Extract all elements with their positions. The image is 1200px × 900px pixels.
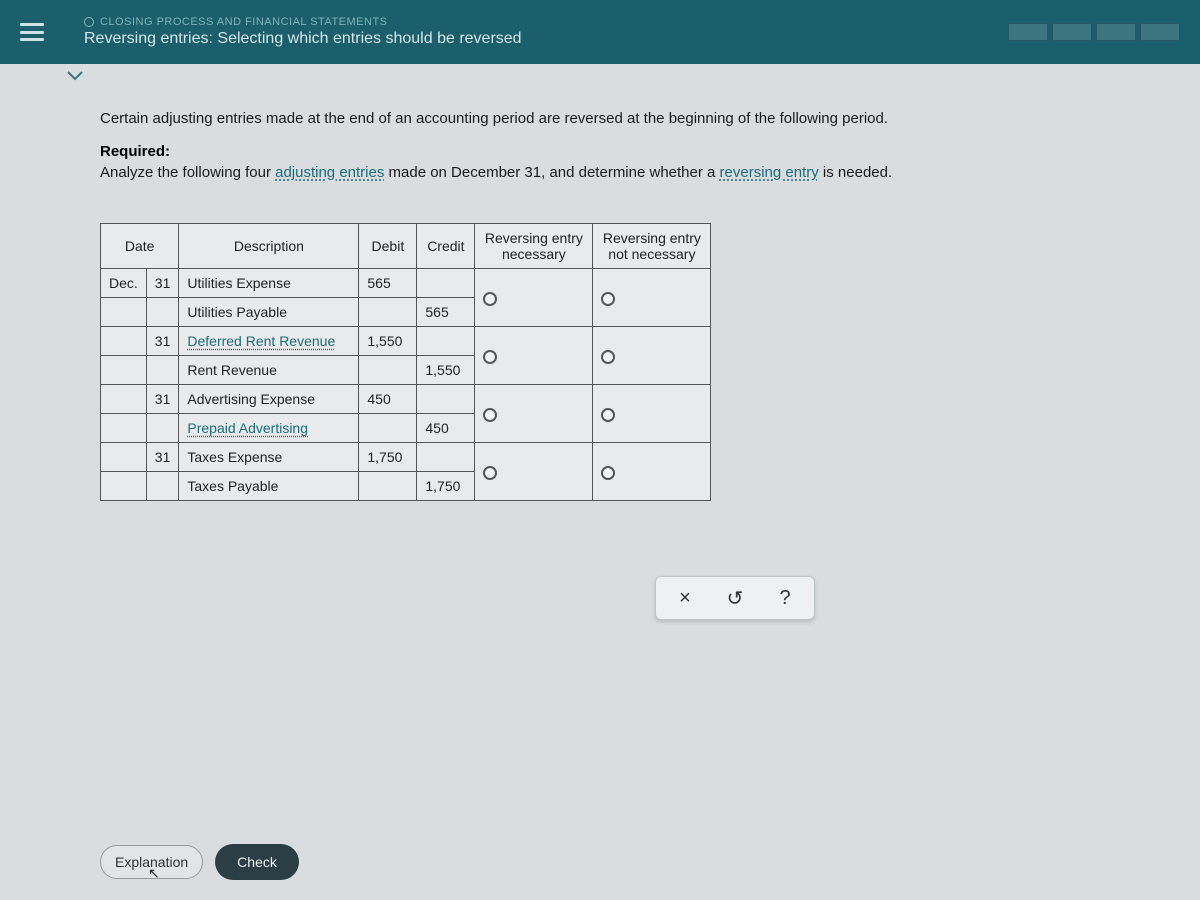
cell-day: 31 — [146, 443, 179, 472]
header-box-3[interactable] — [1096, 23, 1136, 41]
cell-debit: 1,750 — [359, 443, 417, 472]
th-description: Description — [179, 224, 359, 269]
header-controls — [1008, 23, 1180, 41]
header-box-1[interactable] — [1008, 23, 1048, 41]
cell-account: Utilities Expense — [179, 269, 359, 298]
th-credit: Credit — [417, 224, 475, 269]
explanation-button[interactable]: Explanation — [100, 845, 203, 879]
cell-day-empty — [146, 414, 179, 443]
th-debit: Debit — [359, 224, 417, 269]
clear-button[interactable]: × — [674, 587, 696, 609]
cell-month-empty — [101, 298, 147, 327]
term-reversing-entry[interactable]: reversing entry — [720, 164, 819, 181]
radio-not-necessary[interactable] — [601, 466, 615, 480]
term-adjusting-entries[interactable]: adjusting entries — [275, 164, 384, 181]
cell-day-empty — [146, 356, 179, 385]
cell-month — [101, 385, 147, 414]
journal-table: Date Description Debit Credit Reversing … — [100, 223, 711, 501]
radio-necessary[interactable] — [483, 292, 497, 306]
cell-rev-necessary — [475, 385, 593, 443]
req-part-c: is needed. — [819, 164, 892, 181]
cell-credit: 1,750 — [417, 472, 475, 501]
undo-button[interactable]: ↺ — [724, 587, 746, 609]
menu-icon[interactable] — [20, 23, 44, 41]
header-box-4[interactable] — [1140, 23, 1180, 41]
cell-day: 31 — [146, 269, 179, 298]
header-topic: CLOSING PROCESS AND FINANCIAL STATEMENTS — [84, 16, 522, 28]
cell-sub-account: Rent Revenue — [179, 356, 359, 385]
check-button[interactable]: Check — [215, 844, 299, 880]
table-row: 31Taxes Expense1,750 — [101, 443, 711, 472]
cell-debit-empty — [359, 356, 417, 385]
radio-not-necessary[interactable] — [601, 292, 615, 306]
cell-credit-empty — [417, 327, 475, 356]
radio-not-necessary[interactable] — [601, 408, 615, 422]
th-date: Date — [101, 224, 179, 269]
cell-credit: 565 — [417, 298, 475, 327]
cell-month-empty — [101, 472, 147, 501]
cell-sub-account: Taxes Payable — [179, 472, 359, 501]
cell-debit: 1,550 — [359, 327, 417, 356]
cell-rev-not-necessary — [593, 385, 711, 443]
cell-month — [101, 327, 147, 356]
cell-day: 31 — [146, 385, 179, 414]
cell-credit-empty — [417, 385, 475, 414]
req-part-b: made on December 31, and determine wheth… — [384, 164, 719, 181]
table-row: 31Advertising Expense450 — [101, 385, 711, 414]
table-row: Dec.31Utilities Expense565 — [101, 269, 711, 298]
cell-debit: 450 — [359, 385, 417, 414]
header-box-2[interactable] — [1052, 23, 1092, 41]
cell-account: Advertising Expense — [179, 385, 359, 414]
cell-credit: 1,550 — [417, 356, 475, 385]
cell-rev-necessary — [475, 327, 593, 385]
req-part-a: Analyze the following four — [100, 164, 275, 181]
cell-credit: 450 — [417, 414, 475, 443]
answer-toolbar: × ↺ ? — [655, 576, 815, 620]
required-label: Required: — [100, 143, 1170, 160]
cell-day-empty — [146, 298, 179, 327]
cell-day-empty — [146, 472, 179, 501]
cell-debit-empty — [359, 472, 417, 501]
cell-debit-empty — [359, 298, 417, 327]
cell-sub-account: Prepaid Advertising — [179, 414, 359, 443]
table-row: 31Deferred Rent Revenue1,550 — [101, 327, 711, 356]
footer-actions: Explanation Check — [100, 844, 299, 880]
cell-month-empty — [101, 414, 147, 443]
radio-not-necessary[interactable] — [601, 350, 615, 364]
cell-credit-empty — [417, 443, 475, 472]
chevron-down-icon[interactable] — [60, 64, 90, 88]
radio-necessary[interactable] — [483, 466, 497, 480]
cell-sub-account: Utilities Payable — [179, 298, 359, 327]
cell-month: Dec. — [101, 269, 147, 298]
th-rev-necessary: Reversing entry necessary — [475, 224, 593, 269]
cell-account: Deferred Rent Revenue — [179, 327, 359, 356]
cell-credit-empty — [417, 269, 475, 298]
cell-rev-necessary — [475, 269, 593, 327]
question-body: Certain adjusting entries made at the en… — [0, 94, 1200, 501]
cell-account: Taxes Expense — [179, 443, 359, 472]
cell-rev-not-necessary — [593, 269, 711, 327]
bookmark-icon — [84, 17, 94, 27]
radio-necessary[interactable] — [483, 350, 497, 364]
cell-debit-empty — [359, 414, 417, 443]
app-header: CLOSING PROCESS AND FINANCIAL STATEMENTS… — [0, 0, 1200, 64]
cell-month — [101, 443, 147, 472]
cell-rev-not-necessary — [593, 327, 711, 385]
header-topic-text: CLOSING PROCESS AND FINANCIAL STATEMENTS — [100, 16, 388, 28]
intro-text: Certain adjusting entries made at the en… — [100, 108, 1170, 129]
cell-rev-necessary — [475, 443, 593, 501]
th-rev-not-necessary: Reversing entry not necessary — [593, 224, 711, 269]
cell-debit: 565 — [359, 269, 417, 298]
cell-month-empty — [101, 356, 147, 385]
radio-necessary[interactable] — [483, 408, 497, 422]
cell-day: 31 — [146, 327, 179, 356]
help-button[interactable]: ? — [774, 587, 796, 609]
page-title: Reversing entries: Selecting which entri… — [84, 30, 522, 48]
required-text: Analyze the following four adjusting ent… — [100, 162, 1170, 183]
cell-rev-not-necessary — [593, 443, 711, 501]
